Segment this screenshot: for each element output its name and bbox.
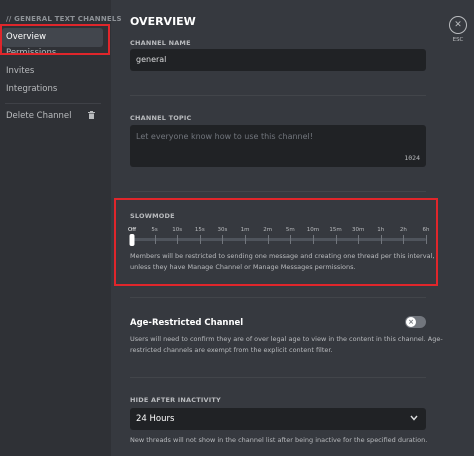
sidebar-item-delete-channel[interactable]: Delete Channel (2, 107, 103, 126)
page-title: OVERVIEW (130, 15, 196, 28)
channel-topic-input[interactable]: Let everyone know how to use this channe… (130, 125, 426, 167)
slider-tick-mark (245, 235, 247, 244)
sidebar-item-label: Overview (6, 32, 47, 42)
slider-tick-mark (199, 235, 201, 244)
slider-tick-label: 1m (240, 227, 250, 233)
sidebar-header: // GENERAL TEXT CHANNELS (6, 15, 122, 23)
slider-tick-label: 15m (329, 227, 342, 233)
sidebar-item-permissions[interactable]: Permissions (2, 44, 103, 63)
slider-track[interactable] (132, 238, 426, 241)
sidebar-item-invites[interactable]: Invites (2, 62, 103, 81)
slowmode-description-line1: Members will be restricted to sending on… (130, 252, 435, 260)
slowmode-description-line2: unless they have Manage Channel or Manag… (130, 263, 356, 271)
slider-tick-label: Off (127, 227, 137, 233)
chevron-down-icon (410, 414, 418, 423)
trash-icon (88, 107, 95, 126)
slider-tick-mark (335, 235, 337, 244)
channel-name-value: general (136, 55, 167, 64)
channel-name-input[interactable]: general (130, 49, 426, 71)
sidebar-item-label: Delete Channel (6, 111, 72, 121)
sidebar-item-label: Invites (6, 66, 35, 76)
slowmode-label: SLOWMODE (130, 212, 175, 220)
section-divider (130, 95, 426, 96)
x-icon: × (406, 317, 416, 327)
sidebar-item-integrations[interactable]: Integrations (2, 80, 103, 99)
channel-name-label: CHANNEL NAME (130, 39, 191, 47)
settings-sidebar: // GENERAL TEXT CHANNELS Overview Permis… (0, 0, 122, 456)
overview-panel: OVERVIEW CHANNEL NAME general CHANNEL TO… (111, 0, 474, 456)
sidebar-item-label: Permissions (6, 48, 57, 58)
slider-tick-label: 10m (306, 227, 320, 233)
slider-tick-label: 5m (285, 227, 295, 233)
section-divider (130, 191, 426, 192)
age-restricted-toggle[interactable]: × (405, 316, 426, 328)
hide-after-inactivity-value: 24 Hours (136, 414, 175, 424)
sidebar-divider (5, 103, 101, 104)
section-divider (130, 377, 426, 378)
character-counter: 1024 (404, 154, 420, 162)
slider-tick-mark (426, 235, 427, 244)
slider-tick-label: 10s (172, 227, 183, 233)
slider-tick-mark (403, 235, 405, 244)
slider-tick-label: 30m (351, 227, 365, 233)
slider-tick-mark (267, 235, 269, 244)
slider-tick-label: 30s (217, 227, 228, 233)
esc-label: ESC (452, 37, 464, 43)
age-restricted-title: Age-Restricted Channel (130, 318, 244, 328)
slider-tick-label: 2m (263, 227, 273, 233)
hide-after-inactivity-select[interactable]: 24 Hours (130, 408, 426, 430)
slider-tick-mark (312, 235, 314, 244)
section-divider (130, 297, 426, 298)
slider-tick-mark (380, 235, 382, 244)
slider-tick-label: 2h (399, 227, 407, 233)
hide-after-inactivity-label: HIDE AFTER INACTIVITY (130, 396, 221, 404)
sidebar-item-label: Integrations (6, 84, 58, 94)
age-restricted-description-line1: Users will need to confirm they are of o… (130, 335, 443, 343)
slider-tick-label: 15s (194, 227, 205, 233)
channel-topic-placeholder: Let everyone know how to use this channe… (136, 132, 313, 141)
channel-topic-label: CHANNEL TOPIC (130, 114, 192, 122)
slider-thumb[interactable] (129, 234, 135, 246)
age-restricted-description-line2: restricted channels are exempt from the … (130, 346, 333, 354)
slider-tick-label: 6h (422, 227, 430, 233)
slider-tick-label: 1h (377, 227, 385, 233)
close-icon[interactable]: ✕ (449, 16, 467, 34)
slider-tick-mark (358, 235, 360, 244)
hide-after-inactivity-description: New threads will not show in the channel… (130, 436, 428, 444)
slider-tick-mark (154, 235, 156, 244)
slider-tick-mark (177, 235, 179, 244)
slider-tick-mark (290, 235, 292, 244)
slider-tick-mark (222, 235, 224, 244)
slider-tick-label: 5s (151, 227, 158, 233)
close-button[interactable]: ✕ ESC (447, 16, 469, 43)
